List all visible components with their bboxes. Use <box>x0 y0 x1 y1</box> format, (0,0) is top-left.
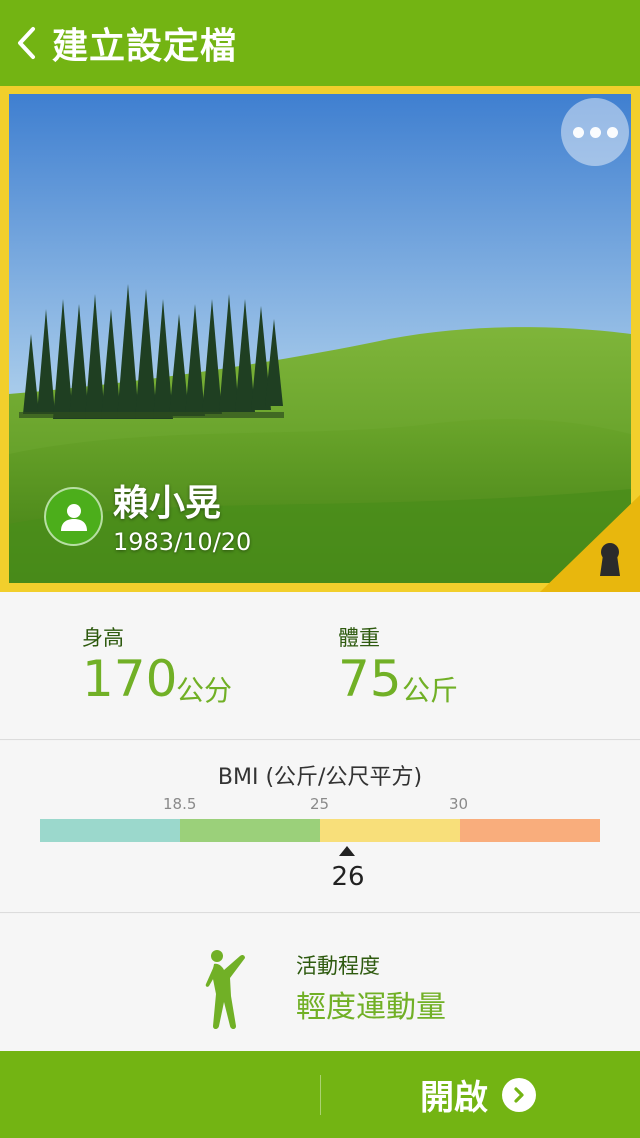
height-label: 身高 <box>82 626 124 650</box>
height-unit: 公分 <box>176 674 233 707</box>
height-value: 170 <box>82 650 178 708</box>
weight-value: 75 <box>338 650 402 708</box>
keyhole-icon <box>600 543 620 576</box>
bmi-title: BMI (公斤/公尺平方) <box>217 765 423 790</box>
back-button[interactable] <box>0 0 52 86</box>
activity-section[interactable]: 活動程度 輕度運動量 <box>0 914 640 1051</box>
body-stats-section[interactable]: 身高 170 公分 體重 75 公斤 <box>0 592 640 740</box>
bmi-tick: 30 <box>449 795 469 813</box>
more-dot-icon <box>572 126 584 138</box>
activity-value: 輕度運動量 <box>296 990 446 1025</box>
weight-label: 體重 <box>338 626 380 650</box>
start-label: 開啟 <box>420 1078 488 1118</box>
footer-divider <box>320 1075 321 1115</box>
bmi-segment-overweight <box>320 819 460 842</box>
more-options-button[interactable] <box>561 98 629 166</box>
bmi-segment-obese <box>460 819 600 842</box>
bmi-tick: 18.5 <box>163 795 197 813</box>
activity-label: 活動程度 <box>296 954 380 978</box>
person-icon <box>60 503 87 531</box>
more-dot-icon <box>589 126 601 138</box>
bmi-segment-normal <box>180 819 320 842</box>
stretching-person-icon <box>205 950 245 1029</box>
app-header: 建立設定檔 <box>0 0 640 86</box>
bmi-marker-icon <box>339 846 355 856</box>
profile-birthdate: 1983/10/20 <box>113 528 252 556</box>
start-button[interactable]: 開啟 <box>400 1051 640 1138</box>
weight-unit: 公斤 <box>402 674 459 707</box>
profile-name: 賴小晃 <box>113 483 222 524</box>
bmi-segment-underweight <box>40 819 180 842</box>
more-dot-icon <box>606 126 618 138</box>
bmi-tick: 25 <box>310 795 330 813</box>
chevron-left-icon <box>18 27 35 59</box>
avatar[interactable] <box>44 487 103 546</box>
chevron-right-circle-icon <box>502 1077 536 1112</box>
page-title: 建立設定檔 <box>52 26 238 67</box>
bmi-value: 26 <box>331 862 365 892</box>
bottom-bar: 開啟 <box>0 1051 640 1138</box>
bmi-section: BMI (公斤/公尺平方) 18.5 25 30 26 <box>0 741 640 913</box>
lock-corner[interactable] <box>540 495 640 592</box>
